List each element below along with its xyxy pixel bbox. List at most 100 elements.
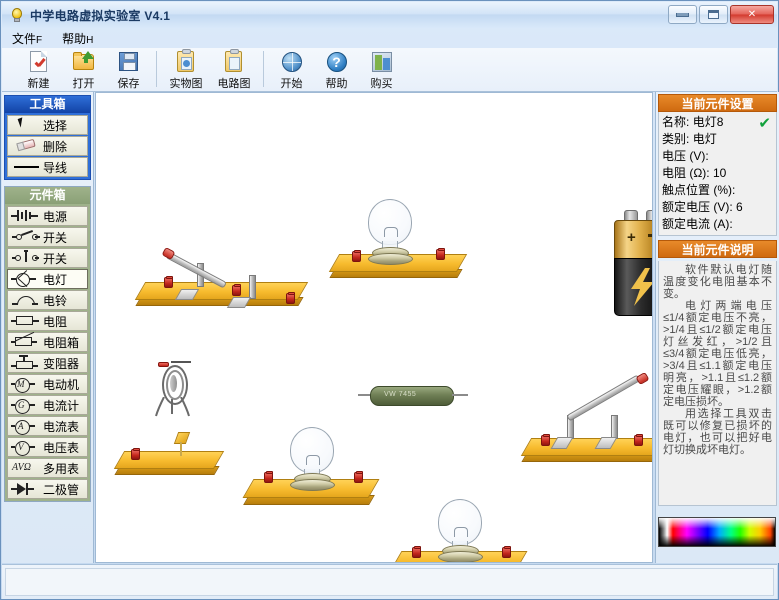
toolbar-label-physical: 实物图 [169,78,203,90]
confirm-check-icon[interactable]: ✔ [758,114,771,132]
component-item-switch-knife[interactable]: 开关 [7,227,88,247]
toolbar-button-new[interactable]: 新建 [16,48,61,92]
component-label-resistor-box: 电阻箱 [43,335,80,350]
toolbox-items: 选择 删除 导线 [5,113,90,179]
toolbar-button-purchase[interactable]: 购买 [359,48,404,92]
component-item-switch-push[interactable]: 开关 [7,248,88,268]
description-paragraph-1: 软件默认电灯随温度变化电阻基本不变。 [663,264,772,300]
component-label-bell: 电铃 [43,293,68,308]
eraser-icon [11,138,41,154]
menu-help[interactable]: 帮助H [62,30,93,47]
lamp-on-base-2[interactable] [206,389,380,519]
start-globe-icon [280,50,304,74]
component-item-motor[interactable]: M 电动机 [7,374,88,394]
knife-switch-open[interactable] [426,371,652,473]
setting-row-resistance[interactable]: 电阻 (Ω): 10 [662,165,773,182]
color-spectrum-picker[interactable] [658,517,776,547]
status-bar-content [5,568,774,596]
circuit-canvas[interactable]: + VW 7455 [95,92,653,563]
setting-row-category[interactable]: 类别: 电灯 [662,131,773,148]
knife-switch-closed[interactable] [118,241,309,321]
wire-line-icon [11,159,41,175]
lightbulb-icon [9,7,25,23]
cursor-arrow-icon [11,117,41,133]
physical-view-icon [174,49,198,74]
component-item-galvanometer[interactable]: G 电流计 [7,395,88,415]
component-label-motor: 电动机 [43,377,80,392]
toolbox-item-delete[interactable]: 删除 [7,136,88,156]
menu-file[interactable]: 文件F [12,30,42,47]
toolbar-label-open: 打开 [72,78,95,90]
setting-label-voltage: 电压 (V): [662,149,709,163]
setting-label-rated-voltage: 额定电压 (V): [662,200,733,214]
settings-panel-title: 当前元件设置 [658,94,777,112]
lamp-on-base-3[interactable] [354,491,528,562]
setting-label-rated-current: 额定电流 (A): [662,217,733,231]
bell-symbol-icon [11,292,41,308]
toolbar-label-help: 帮助 [325,78,348,90]
minimize-button[interactable] [668,5,697,24]
toolbar-button-physical[interactable]: 实物图 [162,48,210,92]
component-item-power[interactable]: 电源 [7,206,88,226]
battery-symbol-icon [11,208,41,224]
lamp-on-base-1[interactable] [318,191,468,301]
help-question-icon: ? [325,50,349,74]
setting-row-rated-voltage[interactable]: 额定电压 (V): 6 [662,199,773,216]
setting-label-name: 名称: [662,115,690,129]
toolbox-group: 工具箱 选择 删除 导线 [4,95,91,180]
toolbox-item-select[interactable]: 选择 [7,115,88,135]
toolbar-button-schematic[interactable]: 电路图 [210,48,258,92]
component-item-lamp[interactable]: 电灯 [7,269,88,289]
component-item-rheostat[interactable]: 变阻器 [7,353,88,373]
component-item-resistor-box[interactable]: 电阻箱 [7,331,88,352]
component-item-ammeter[interactable]: A 电流表 [7,416,88,436]
close-button[interactable]: ✕ [730,5,774,24]
toolbar-button-open[interactable]: 打开 [61,48,106,92]
bell-legs-icon [155,397,190,417]
menu-help-label: 帮助 [62,31,87,46]
setting-row-name[interactable]: 名称: 电灯8 [662,114,773,131]
status-bar [2,564,777,599]
new-document-icon [27,50,51,74]
setting-row-voltage[interactable]: 电压 (V): [662,148,773,165]
description-paragraph-2: 电灯两端电压≤1/4额定电压不亮，>1/4且≤1/2额定电压灯丝发红，>1/2且… [663,300,772,408]
setting-row-contact-position[interactable]: 触点位置 (%): [662,182,773,199]
toolbox-title: 工具箱 [5,96,90,113]
setting-label-resistance: 电阻 (Ω): [662,166,710,180]
resistor-symbol-icon [11,313,41,329]
component-item-multimeter[interactable]: AVΩ 多用表 [7,458,88,478]
component-item-diode[interactable]: 二极管 [7,479,88,499]
menu-help-accel: H [86,34,94,46]
toolbar-label-save: 保存 [117,78,140,90]
description-panel-title: 当前元件说明 [658,240,777,258]
electric-bell[interactable] [154,361,194,417]
window-controls: ✕ [668,5,774,24]
setting-value-category: 电灯 [692,132,717,146]
toolbar-separator-2 [263,51,264,87]
battery-9v[interactable]: + [614,208,652,316]
title-bar: 中学电路虚拟实验室 V4.1 ✕ [2,2,777,28]
component-item-resistor[interactable]: 电阻 [7,311,88,331]
maximize-button[interactable] [699,5,728,24]
toolbox-label-wire: 导线 [43,160,68,175]
component-label-lamp: 电灯 [43,272,68,287]
componentbox-items: 电源 开关 开关 电灯 电铃 电阻 电阻箱 变阻器 M 电动机 G 电流计 A … [5,204,90,501]
rheostat-symbol-icon [11,355,41,371]
toolbar-button-start[interactable]: 开始 [269,48,314,92]
toolbar-button-save[interactable]: 保存 [106,48,151,92]
component-label-switch-push: 开关 [43,251,68,266]
toolbox-item-wire[interactable]: 导线 [7,157,88,177]
setting-row-rated-current[interactable]: 额定电流 (A): [662,216,773,233]
multimeter-prefix: AVΩ [12,462,31,473]
component-label-switch-knife: 开关 [43,230,68,245]
component-label-diode: 二极管 [43,482,80,497]
toolbar-button-help[interactable]: ? 帮助 [314,48,359,92]
toolbar-label-schematic: 电路图 [217,78,251,90]
lamp-symbol-icon [11,270,41,288]
schematic-view-icon [222,49,246,74]
component-item-bell[interactable]: 电铃 [7,290,88,310]
setting-label-category: 类别: [662,132,690,146]
maximize-icon [708,10,719,19]
battery-plus-icon: + [627,229,636,246]
component-item-voltmeter[interactable]: V 电压表 [7,437,88,457]
